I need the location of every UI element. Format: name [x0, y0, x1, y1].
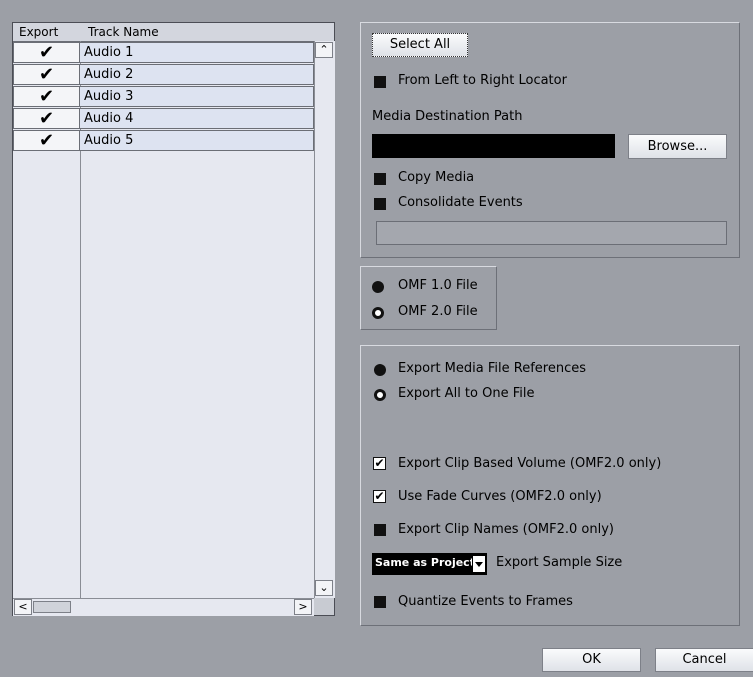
track-name[interactable]: Audio 3 [80, 86, 314, 107]
omf2-radio[interactable] [372, 307, 384, 319]
column-header-track-name[interactable]: Track Name [80, 23, 322, 42]
omf1-label: OMF 1.0 File [398, 278, 478, 293]
export-media-references-radio[interactable] [374, 364, 386, 376]
table-row[interactable]: ✔ Audio 5 [13, 130, 314, 151]
export-check-icon[interactable]: ✔ [13, 42, 80, 63]
table-row[interactable]: ✔ Audio 1 [13, 42, 314, 63]
table-row[interactable]: ✔ Audio 2 [13, 64, 314, 85]
vertical-scrollbar[interactable]: ⌃ ⌄ [314, 41, 335, 598]
scroll-thumb[interactable] [33, 601, 71, 613]
progress-bar [376, 221, 727, 245]
triangle-down-icon[interactable] [472, 555, 486, 573]
copy-media-checkbox[interactable] [374, 173, 386, 185]
column-header-export[interactable]: Export [13, 23, 87, 42]
export-check-icon[interactable]: ✔ [13, 86, 80, 107]
sample-size-label: Export Sample Size [496, 555, 623, 570]
clip-volume-check-icon[interactable]: ✔ [373, 457, 386, 470]
omf-format-group: OMF 1.0 File OMF 2.0 File [360, 266, 497, 330]
table-row[interactable]: ✔ Audio 4 [13, 108, 314, 129]
copy-media-label: Copy Media [398, 170, 475, 185]
track-name[interactable]: Audio 1 [80, 42, 314, 63]
export-check-icon[interactable]: ✔ [13, 130, 80, 151]
scroll-left-icon[interactable]: < [14, 599, 32, 615]
fade-curves-label: Use Fade Curves (OMF2.0 only) [398, 489, 602, 504]
export-media-references-label: Export Media File References [398, 361, 586, 376]
from-left-to-right-checkbox[interactable] [374, 76, 386, 88]
track-name[interactable]: Audio 4 [80, 108, 314, 129]
scroll-up-icon[interactable]: ⌃ [315, 42, 333, 58]
export-check-icon[interactable]: ✔ [13, 64, 80, 85]
track-name[interactable]: Audio 2 [80, 64, 314, 85]
table-row[interactable]: ✔ Audio 3 [13, 86, 314, 107]
cancel-button[interactable]: Cancel [655, 648, 753, 672]
scroll-corner [314, 598, 334, 615]
export-options-group: Export Media File References Export All … [360, 345, 740, 626]
scroll-right-icon[interactable]: > [294, 599, 312, 615]
consolidate-events-checkbox[interactable] [374, 198, 386, 210]
media-destination-input[interactable] [372, 134, 615, 158]
select-all-button[interactable]: Select All [372, 33, 468, 57]
quantize-checkbox[interactable] [374, 596, 386, 608]
horizontal-scrollbar[interactable]: < > [13, 598, 314, 616]
clip-volume-label: Export Clip Based Volume (OMF2.0 only) [398, 456, 662, 471]
track-list[interactable]: Export Track Name ✔ Audio 1 ✔ Audio 2 ✔ … [12, 22, 335, 616]
sample-size-dropdown[interactable]: Same as Project [372, 553, 487, 575]
sample-size-value: Same as Project [375, 556, 475, 569]
quantize-label: Quantize Events to Frames [398, 594, 573, 609]
clip-names-checkbox[interactable] [374, 524, 386, 536]
export-all-one-file-label: Export All to One File [398, 386, 535, 401]
browse-button[interactable]: Browse... [628, 134, 727, 159]
export-all-one-file-radio[interactable] [374, 389, 386, 401]
omf2-label: OMF 2.0 File [398, 304, 478, 319]
clip-names-label: Export Clip Names (OMF2.0 only) [398, 522, 615, 537]
consolidate-events-label: Consolidate Events [398, 195, 523, 210]
track-name[interactable]: Audio 5 [80, 130, 314, 151]
media-destination-label: Media Destination Path [372, 109, 523, 124]
fade-curves-check-icon[interactable]: ✔ [373, 490, 386, 503]
scroll-down-icon[interactable]: ⌄ [315, 580, 333, 596]
from-left-to-right-label: From Left to Right Locator [398, 73, 567, 88]
ok-button[interactable]: OK [542, 648, 641, 672]
export-check-icon[interactable]: ✔ [13, 108, 80, 129]
media-options-group: Select All From Left to Right Locator Me… [360, 22, 740, 258]
column-header-spacer [314, 23, 334, 42]
omf1-radio[interactable] [372, 281, 384, 293]
